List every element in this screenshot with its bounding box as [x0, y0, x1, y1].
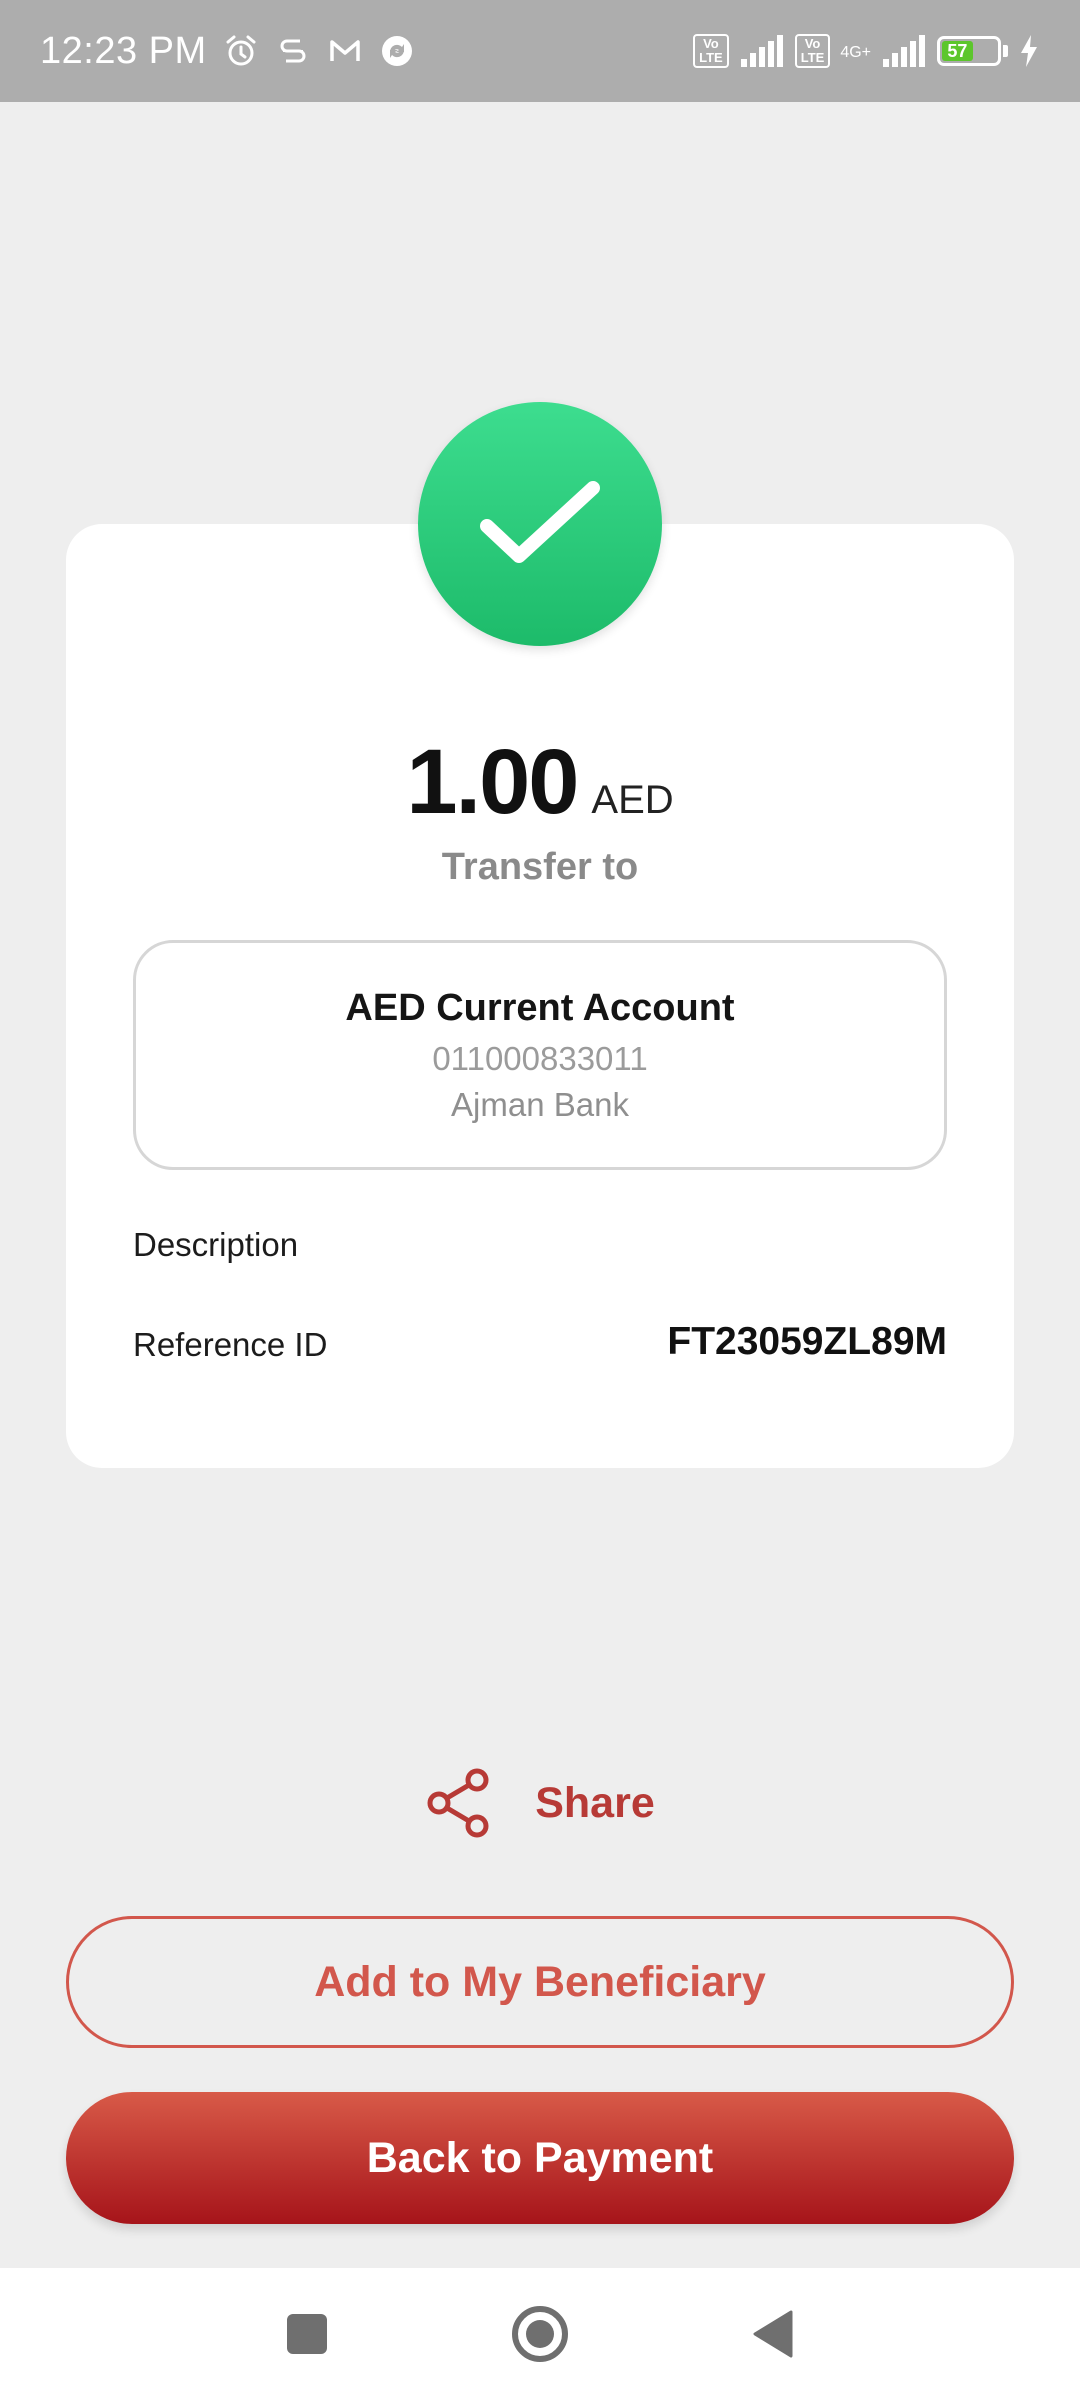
- battery-icon: 57: [937, 36, 1001, 66]
- back-to-payment-button[interactable]: Back to Payment: [66, 2092, 1014, 2224]
- status-bar: 12:23 PM Vo LTE Vo LTE 4G+ 57: [0, 0, 1080, 102]
- share-icon: [427, 1768, 489, 1838]
- beneficiary-account-box: AED Current Account 011000833011 Ajman B…: [133, 940, 947, 1170]
- check-icon: [480, 481, 600, 563]
- share-button[interactable]: Share: [0, 1768, 1080, 1838]
- gmail-icon: [329, 40, 360, 61]
- volte-badge-2: Vo LTE: [794, 34, 831, 68]
- volte-badge-1: Vo LTE: [693, 34, 729, 68]
- system-nav-bar: [0, 2268, 1080, 2400]
- battery-tip: [1003, 45, 1008, 57]
- back-button[interactable]: [738, 2299, 808, 2369]
- amount-value: 1.00: [406, 731, 579, 833]
- alarm-icon: [226, 35, 256, 66]
- reference-id-value: FT23059ZL89M: [667, 1320, 947, 1363]
- transfer-success-screen: 12:23 PM Vo LTE Vo LTE 4G+ 57 1.00 AED T…: [0, 0, 1080, 2400]
- status-time: 12:23 PM: [40, 29, 207, 72]
- transfer-to-label: Transfer to: [441, 846, 639, 888]
- amount-row: 1.00 AED: [0, 730, 1080, 835]
- share-label: Share: [535, 1778, 655, 1827]
- amount-currency: AED: [591, 778, 674, 822]
- home-circle-icon: [511, 2306, 568, 2362]
- account-bank: Ajman Bank: [451, 1085, 629, 1123]
- recents-square-icon: [286, 2314, 327, 2354]
- recents-button[interactable]: [272, 2299, 342, 2369]
- account-name: AED Current Account: [345, 986, 735, 1029]
- success-badge: [418, 402, 662, 646]
- signal-icon-2: [883, 35, 925, 67]
- reference-id-label: Reference ID: [133, 1326, 328, 1363]
- home-button[interactable]: [505, 2299, 575, 2369]
- status-left: 12:23 PM: [40, 30, 415, 73]
- status-right: Vo LTE Vo LTE 4G+ 57: [693, 34, 1040, 68]
- charging-bolt-icon: [1021, 35, 1037, 67]
- signal-icon-1: [740, 35, 783, 67]
- sync-app-icon: [381, 36, 412, 66]
- network-type: 4G+: [840, 44, 871, 61]
- add-beneficiary-button[interactable]: Add to My Beneficiary: [66, 1916, 1014, 2048]
- battery-level: 57: [942, 41, 973, 61]
- s-app-icon: [280, 39, 306, 63]
- back-triangle-icon: [753, 2310, 793, 2358]
- description-label: Description: [133, 1226, 299, 1263]
- account-number: 011000833011: [432, 1039, 648, 1077]
